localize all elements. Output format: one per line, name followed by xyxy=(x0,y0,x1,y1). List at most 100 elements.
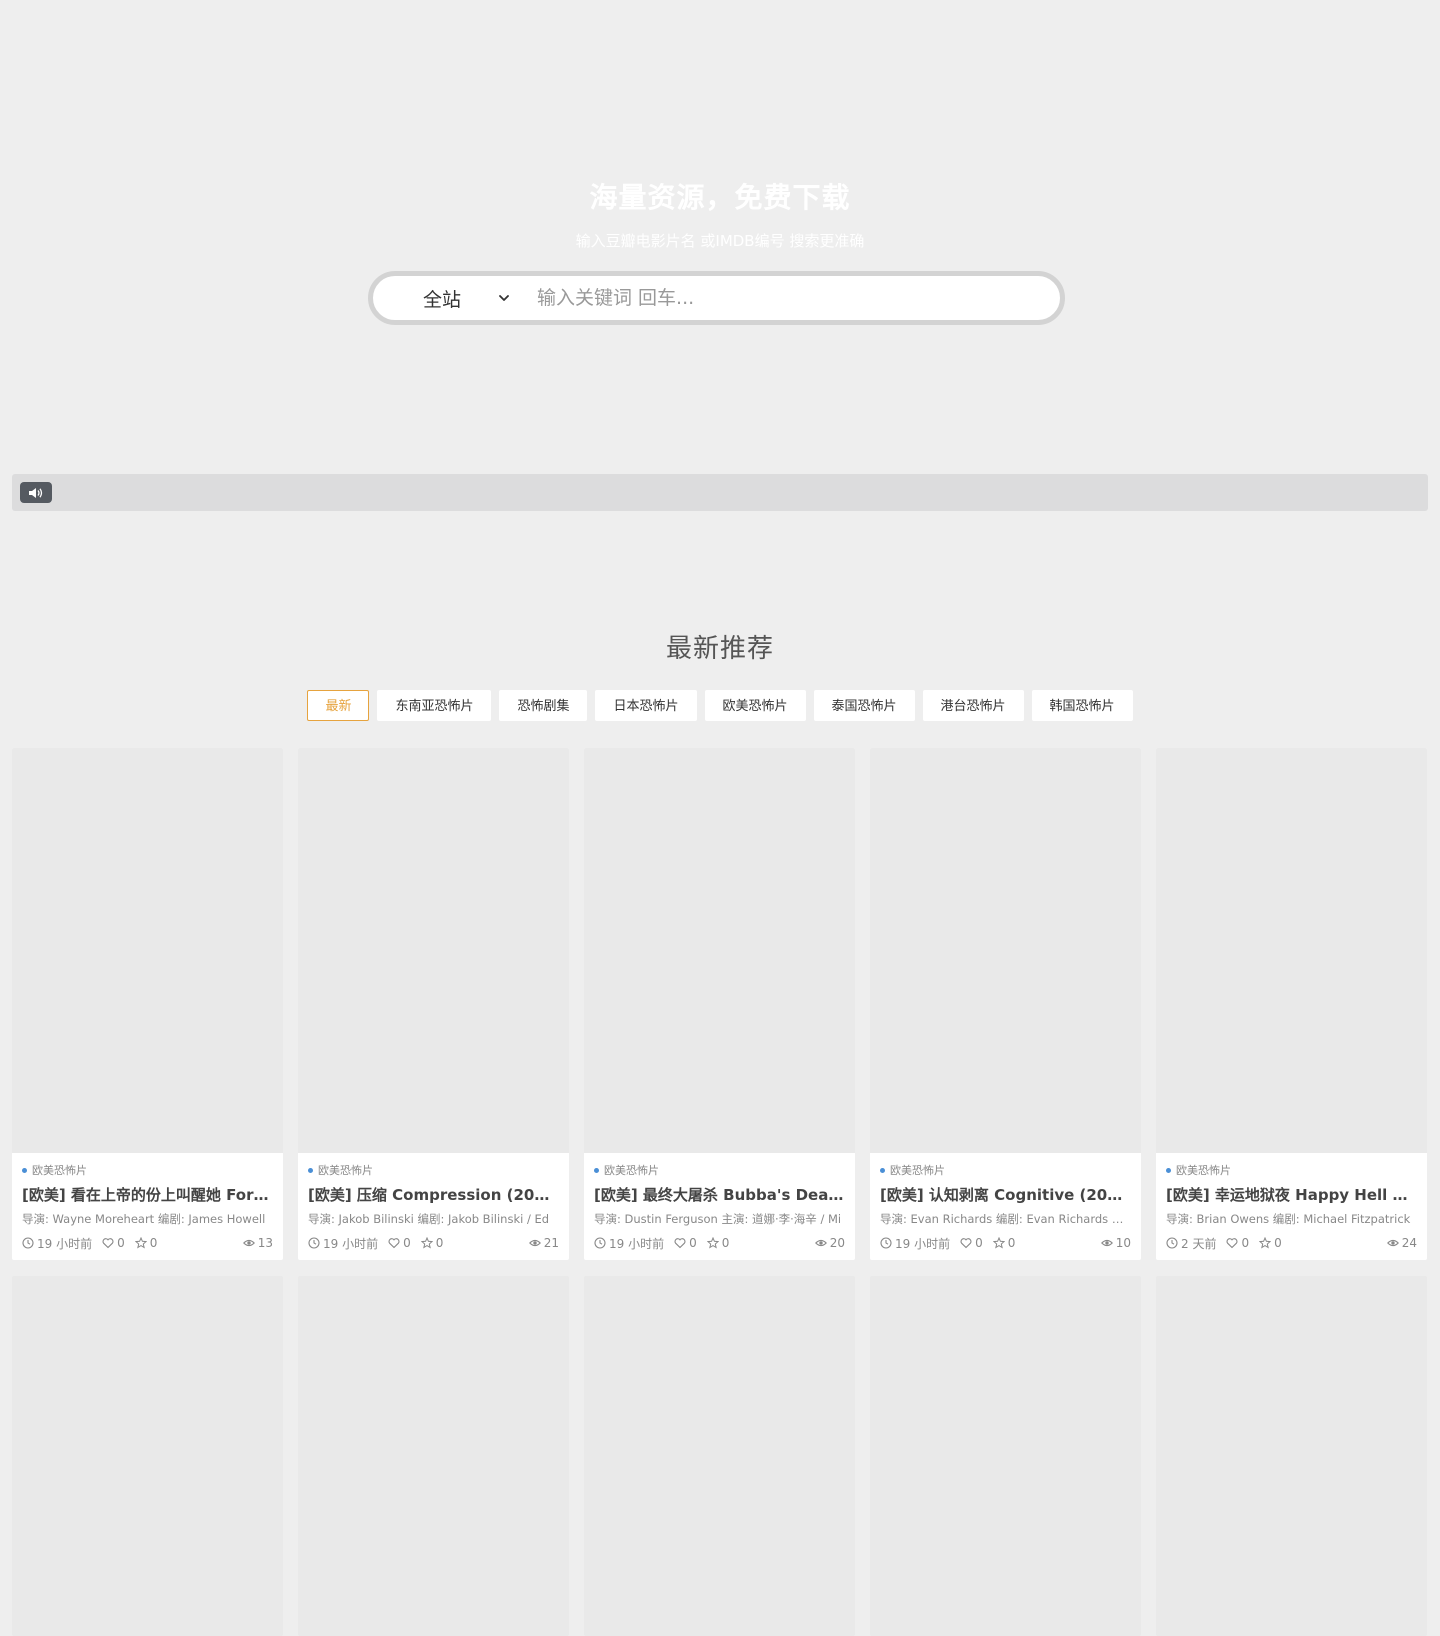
post-thumbnail[interactable] xyxy=(12,748,283,1153)
post-likes[interactable]: 0 xyxy=(102,1236,125,1250)
tab-korea-horror[interactable]: 韩国恐怖片 xyxy=(1031,690,1133,721)
post-category[interactable]: 欧美恐怖片 xyxy=(308,1163,559,1177)
category-dot-icon xyxy=(308,1167,313,1173)
post-meta: 2 天前 0 0 24 xyxy=(1166,1235,1417,1251)
category-dot-icon xyxy=(594,1167,599,1173)
tab-japan-horror[interactable]: 日本恐怖片 xyxy=(595,690,697,721)
category-dot-icon xyxy=(22,1167,27,1173)
post-likes[interactable]: 0 xyxy=(960,1236,983,1250)
post-favorites[interactable]: 0 xyxy=(1259,1236,1282,1250)
heart-icon xyxy=(674,1238,686,1249)
clock-icon xyxy=(1166,1237,1178,1249)
post-card[interactable]: 欧美恐怖片 [欧美] 认知剥离 Cognitive (2025) 导演: Eva… xyxy=(870,748,1141,1260)
category-tabs: 最新 东南亚恐怖片 恐怖剧集 日本恐怖片 欧美恐怖片 泰国恐怖片 港台恐怖片 韩… xyxy=(0,690,1440,721)
post-thumbnail[interactable] xyxy=(1156,748,1427,1153)
star-icon xyxy=(420,1237,433,1249)
post-category[interactable]: 欧美恐怖片 xyxy=(594,1163,845,1177)
post-time: 19 小时前 xyxy=(308,1235,378,1252)
heart-icon xyxy=(960,1238,972,1249)
post-time: 19 小时前 xyxy=(880,1235,950,1252)
post-card-placeholder xyxy=(584,1276,855,1636)
post-description: 导演: Evan Richards 编剧: Evan Richards 主演 xyxy=(880,1212,1131,1226)
post-card-placeholder xyxy=(298,1276,569,1636)
post-meta: 19 小时前 0 0 20 xyxy=(594,1235,845,1251)
search-scope-label: 全站 xyxy=(422,288,461,311)
post-time: 19 小时前 xyxy=(594,1235,664,1252)
post-title[interactable]: [欧美] 看在上帝的份上叫醒她 For God's Sake Wake Her xyxy=(22,1184,273,1205)
post-thumbnail[interactable] xyxy=(298,748,569,1153)
post-thumbnail[interactable] xyxy=(584,748,855,1153)
post-meta: 19 小时前 0 0 10 xyxy=(880,1235,1131,1251)
speaker-icon xyxy=(29,487,43,498)
post-card[interactable]: 欧美恐怖片 [欧美] 幸运地狱夜 Happy Hell Night 导演: Br… xyxy=(1156,748,1427,1260)
post-views: 21 xyxy=(528,1236,559,1250)
post-views: 24 xyxy=(1386,1236,1417,1250)
star-icon xyxy=(992,1237,1005,1249)
post-card-placeholder xyxy=(12,1276,283,1636)
category-dot-icon xyxy=(1166,1167,1171,1173)
hero-subtitle: 输入豆瓣电影片名 或IMDB编号 搜索更准确 xyxy=(575,232,865,250)
post-description: 导演: Wayne Moreheart 编剧: James Howell xyxy=(22,1212,266,1226)
post-meta: 19 小时前 0 0 13 xyxy=(22,1235,273,1251)
post-likes[interactable]: 0 xyxy=(388,1236,411,1250)
eye-icon xyxy=(1100,1239,1113,1247)
tab-southeast-asia-horror[interactable]: 东南亚恐怖片 xyxy=(377,690,492,721)
post-favorites[interactable]: 0 xyxy=(134,1236,157,1250)
tab-thai-horror[interactable]: 泰国恐怖片 xyxy=(813,690,915,721)
post-description: 导演: Dustin Ferguson 主演: 道娜·李·海辛 / Mi xyxy=(594,1212,842,1226)
post-likes[interactable]: 0 xyxy=(1226,1236,1249,1250)
post-time: 19 小时前 xyxy=(22,1235,92,1252)
post-card[interactable]: 欧美恐怖片 [欧美] 压缩 Compression (2024) 导演: Jak… xyxy=(298,748,569,1260)
clock-icon xyxy=(594,1237,606,1249)
post-time: 2 天前 xyxy=(1166,1235,1216,1252)
heart-icon xyxy=(1226,1238,1238,1249)
post-title[interactable]: [欧美] 幸运地狱夜 Happy Hell Night xyxy=(1166,1184,1417,1205)
post-description: 导演: Jakob Bilinski 编剧: Jakob Bilinski / … xyxy=(308,1212,550,1226)
search-input[interactable] xyxy=(523,276,1060,320)
tab-horror-series[interactable]: 恐怖剧集 xyxy=(499,690,588,721)
tab-hk-tw-horror[interactable]: 港台恐怖片 xyxy=(922,690,1024,721)
post-favorites[interactable]: 0 xyxy=(992,1236,1015,1250)
hero-banner: 海量资源，免费下载 输入豆瓣电影片名 或IMDB编号 搜索更准确 全站 xyxy=(0,0,1440,440)
post-views: 10 xyxy=(1100,1236,1131,1250)
tab-western-horror[interactable]: 欧美恐怖片 xyxy=(704,690,806,721)
eye-icon xyxy=(242,1239,255,1247)
post-category[interactable]: 欧美恐怖片 xyxy=(22,1163,273,1177)
star-icon xyxy=(706,1237,719,1249)
post-grid: 欧美恐怖片 [欧美] 看在上帝的份上叫醒她 For God's Sake Wak… xyxy=(12,748,1428,1636)
post-meta: 19 小时前 0 0 21 xyxy=(308,1235,559,1251)
post-title[interactable]: [欧美] 最终大屠杀 Bubba's Dead: The Final xyxy=(594,1184,845,1205)
post-card[interactable]: 欧美恐怖片 [欧美] 最终大屠杀 Bubba's Dead: The Final… xyxy=(584,748,855,1260)
category-dot-icon xyxy=(880,1167,885,1173)
chevron-down-icon xyxy=(499,295,509,301)
section-title: 最新推荐 xyxy=(665,634,774,664)
eye-icon xyxy=(1386,1239,1399,1247)
post-card-placeholder xyxy=(1156,1276,1427,1636)
post-title[interactable]: [欧美] 认知剥离 Cognitive (2025) xyxy=(880,1184,1131,1205)
heart-icon xyxy=(388,1238,400,1249)
post-card-placeholder xyxy=(870,1276,1141,1636)
post-favorites[interactable]: 0 xyxy=(420,1236,443,1250)
post-category[interactable]: 欧美恐怖片 xyxy=(880,1163,1131,1177)
tab-latest[interactable]: 最新 xyxy=(307,690,370,721)
post-views: 20 xyxy=(814,1236,845,1250)
post-favorites[interactable]: 0 xyxy=(706,1236,729,1250)
post-title[interactable]: [欧美] 压缩 Compression (2024) xyxy=(308,1184,559,1205)
search-box: 全站 xyxy=(368,271,1065,325)
clock-icon xyxy=(880,1237,892,1249)
hero-title: 海量资源，免费下载 xyxy=(589,181,851,214)
star-icon xyxy=(1259,1237,1272,1249)
eye-icon xyxy=(814,1239,827,1247)
post-views: 13 xyxy=(242,1236,273,1250)
eye-icon xyxy=(528,1239,541,1247)
post-category[interactable]: 欧美恐怖片 xyxy=(1166,1163,1417,1177)
notice-badge xyxy=(20,482,52,503)
post-likes[interactable]: 0 xyxy=(674,1236,697,1250)
heart-icon xyxy=(102,1238,114,1249)
clock-icon xyxy=(308,1237,320,1249)
post-thumbnail[interactable] xyxy=(870,748,1141,1153)
search-scope-select[interactable]: 全站 xyxy=(373,276,523,320)
post-description: 导演: Brian Owens 编剧: Michael Fitzpatrick xyxy=(1166,1212,1411,1226)
notice-bar xyxy=(12,474,1428,511)
post-card[interactable]: 欧美恐怖片 [欧美] 看在上帝的份上叫醒她 For God's Sake Wak… xyxy=(12,748,283,1260)
